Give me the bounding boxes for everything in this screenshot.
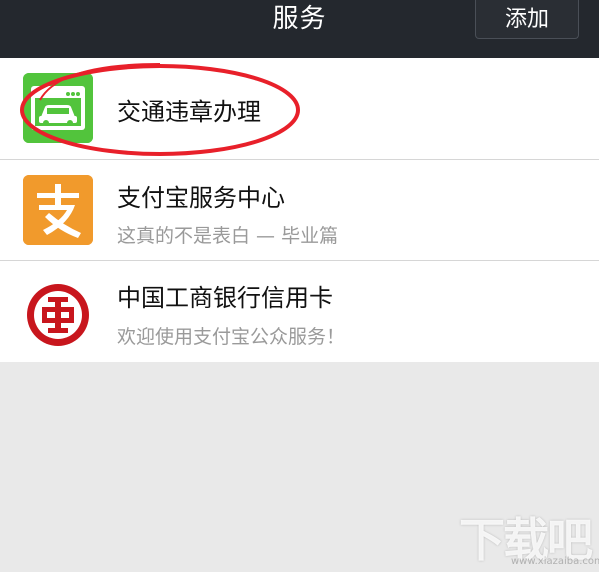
add-button[interactable]: 添加 (475, 0, 579, 39)
service-name: 支付宝服务中心 (117, 184, 285, 212)
list-item-alipay-service-center[interactable]: 支付宝服务中心 这真的不是表白 — 毕业篇 (0, 159, 599, 259)
watermark-logo: 下载吧 www.xiazaiba.com (455, 500, 599, 568)
list-item-icbc-credit-card[interactable]: 中国工商银行信用卡 欢迎使用支付宝公众服务！ (0, 260, 599, 360)
service-list: 交通违章办理 支付宝服务中心 这真的不是表白 — 毕业篇 中国工商银行信用卡 欢… (0, 58, 599, 362)
traffic-car-icon (23, 73, 93, 143)
list-item-traffic-violation[interactable]: 交通违章办理 (0, 58, 599, 158)
icbc-logo-icon (23, 280, 93, 350)
service-name: 交通违章办理 (117, 98, 261, 126)
service-subtitle: 这真的不是表白 — 毕业篇 (117, 225, 339, 247)
watermark-url: www.xiazaiba.com (511, 556, 599, 567)
service-subtitle: 欢迎使用支付宝公众服务！ (117, 326, 346, 348)
service-name: 中国工商银行信用卡 (117, 284, 333, 312)
alipay-icon (23, 175, 93, 245)
top-bar: 服务 添加 (0, 0, 599, 58)
